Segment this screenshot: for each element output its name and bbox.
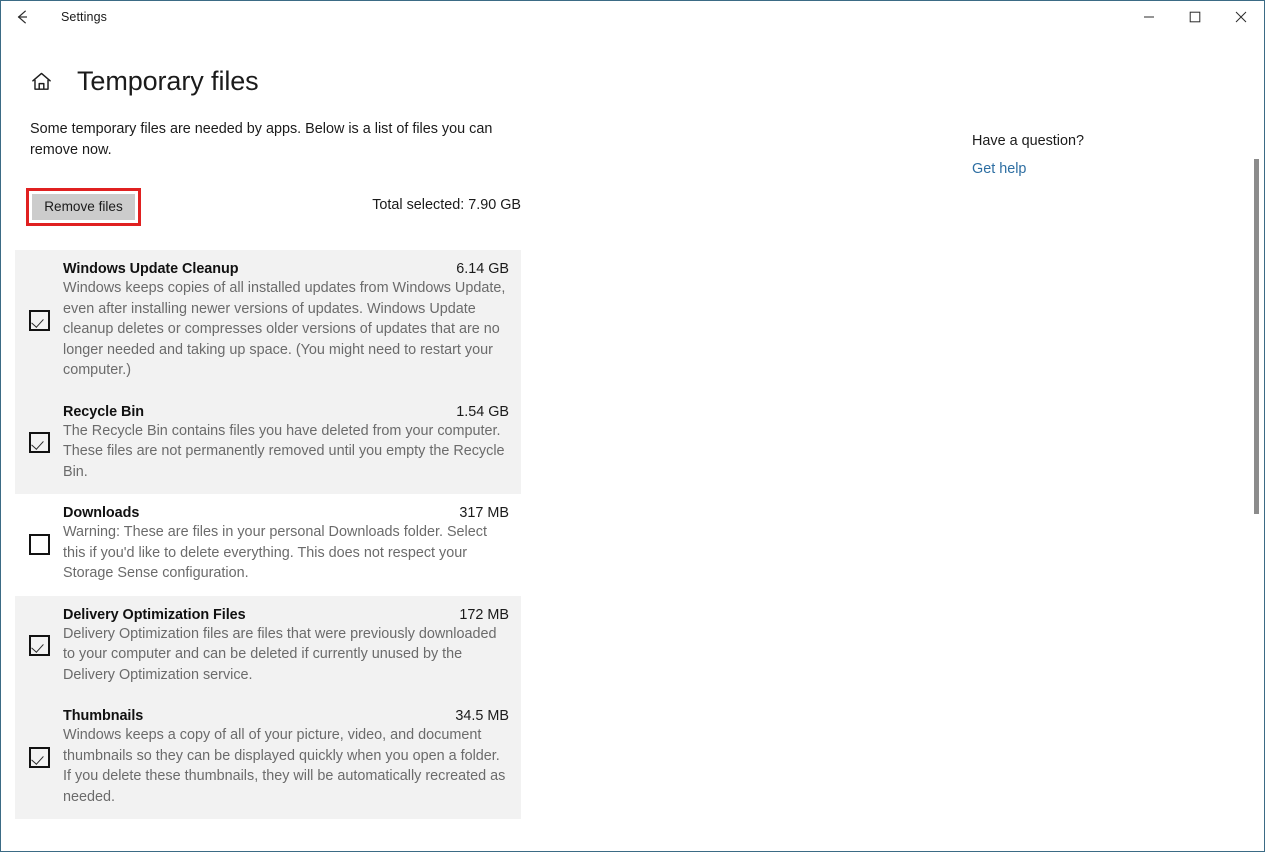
file-row[interactable]: Windows Update Cleanup 6.14 GB Windows kee… [15, 250, 521, 393]
checkbox-checked-icon[interactable] [28, 635, 50, 657]
main-content: Some temporary files are needed by apps.… [1, 119, 561, 819]
file-checkbox-cell[interactable] [15, 747, 63, 768]
file-row[interactable]: Recycle Bin 1.54 GB The Recycle Bin contai… [15, 392, 521, 494]
checkbox-checked-icon[interactable] [28, 747, 50, 768]
total-selected-label: Total selected: 7.90 GB [372, 197, 521, 213]
file-description: The Recycle Bin contains files you have … [63, 422, 505, 480]
file-body: Downloads 317 MB Warning: These are files … [63, 505, 521, 584]
file-name: Delivery Optimization Files [63, 606, 246, 623]
page-header: Temporary files [1, 57, 259, 105]
back-arrow-icon [17, 10, 27, 24]
file-name: Windows Update Cleanup [63, 261, 239, 277]
minimize-button[interactable] [1126, 1, 1172, 33]
page-title: Temporary files [77, 65, 259, 96]
file-description: Delivery Optimization files are files th… [63, 625, 497, 683]
file-size: 34.5 MB [455, 708, 509, 724]
file-size: 172 MB [459, 606, 509, 623]
file-checkbox-cell[interactable] [15, 432, 63, 454]
home-button[interactable] [26, 66, 56, 96]
file-name: Recycle Bin [63, 403, 145, 420]
maximize-icon [1189, 11, 1201, 23]
titlebar-title: Settings [61, 10, 107, 24]
caption-buttons [1126, 1, 1264, 33]
title-bar: Settings [1, 1, 1264, 33]
help-heading: Have a question? [972, 133, 1085, 149]
file-body: Windows Update Cleanup 6.14 GB Windows kee… [63, 261, 521, 381]
action-row: Remove files Total selected: 7.90 GB [1, 188, 561, 228]
get-help-link[interactable]: Get help [972, 161, 1026, 177]
checkbox-checked-icon[interactable] [28, 432, 50, 454]
settings-window: Settings Temporary files Some temporary … [0, 0, 1265, 852]
file-checkbox-cell[interactable] [15, 533, 63, 555]
back-button[interactable] [1, 1, 45, 33]
scrollbar-track[interactable] [1251, 34, 1263, 851]
minimize-icon [1144, 16, 1154, 18]
file-row[interactable]: Thumbnails 34.5 MB Windows keeps a copy of… [15, 697, 521, 819]
maximize-button[interactable] [1172, 1, 1218, 33]
home-icon [31, 72, 51, 90]
file-head: Delivery Optimization Files 172 MB [63, 607, 509, 623]
file-body: Thumbnails 34.5 MB Windows keeps a copy of… [63, 708, 521, 807]
file-description: Windows keeps a copy of all of your pict… [63, 727, 506, 805]
checkbox-unchecked-icon[interactable] [28, 533, 50, 555]
file-head: Downloads 317 MB [63, 505, 509, 521]
intro-description: Some temporary files are needed by apps.… [30, 121, 493, 158]
file-checkbox-cell[interactable] [15, 635, 63, 657]
file-description: Warning: These are files in your persona… [63, 524, 487, 581]
file-name: Thumbnails [63, 708, 144, 724]
file-head: Windows Update Cleanup 6.14 GB [63, 261, 509, 277]
checkbox-checked-icon[interactable] [28, 310, 50, 332]
file-size: 6.14 GB [456, 261, 509, 277]
file-row[interactable]: Downloads 317 MB Warning: These are files … [15, 494, 521, 596]
file-description: Windows keeps copies of all installed up… [63, 280, 506, 378]
scrollbar-thumb[interactable] [1254, 159, 1259, 514]
file-row[interactable]: Delivery Optimization Files 172 MB Deliver… [15, 595, 521, 697]
file-body: Delivery Optimization Files 172 MB Deliver… [63, 607, 521, 686]
file-checkbox-cell[interactable] [15, 310, 63, 332]
file-size: 1.54 GB [456, 403, 509, 420]
close-button[interactable] [1218, 1, 1264, 33]
help-panel: Have a question? Get help [972, 131, 1222, 178]
file-body: Recycle Bin 1.54 GB The Recycle Bin contai… [63, 404, 521, 483]
file-size: 317 MB [459, 505, 509, 521]
file-name: Downloads [63, 505, 140, 521]
close-icon [1235, 11, 1247, 23]
temporary-files-list: Windows Update Cleanup 6.14 GB Windows kee… [1, 250, 521, 819]
file-head: Thumbnails 34.5 MB [63, 708, 509, 724]
file-head: Recycle Bin 1.54 GB [63, 404, 509, 420]
